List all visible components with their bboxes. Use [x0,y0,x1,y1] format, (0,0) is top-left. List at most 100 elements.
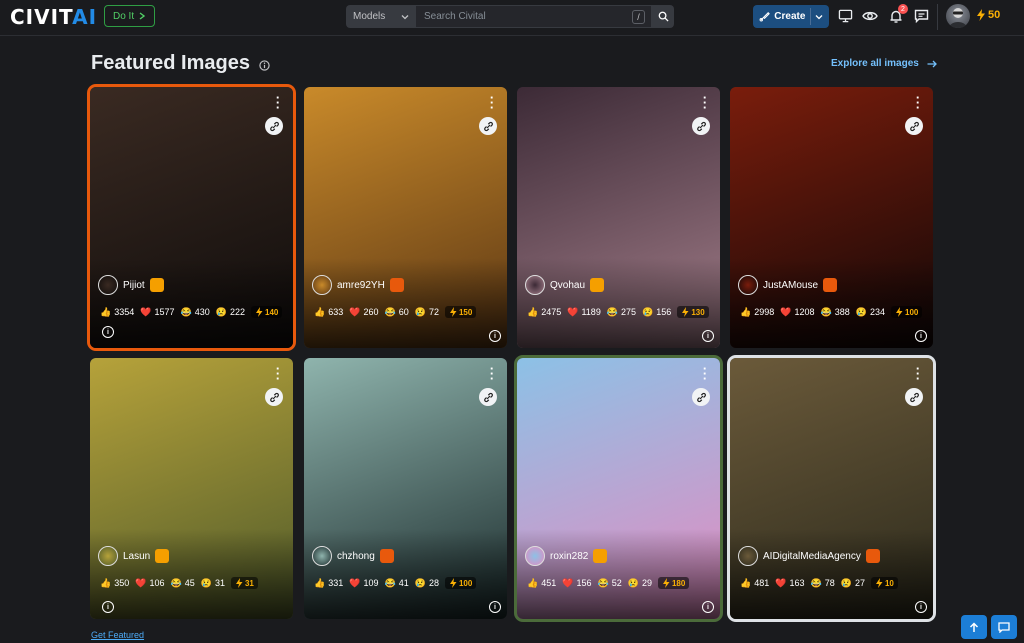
image-card[interactable]: · · · roxin282 👍 451 ❤️ 156 😂 52 😢 29 180 i [517,358,720,619]
author-avatar[interactable] [312,546,332,566]
image-info-icon[interactable]: i [489,601,501,613]
laugh-reaction[interactable]: 😂 52 [598,578,622,589]
card-author[interactable]: AIDigitalMediaAgency [738,546,880,566]
user-avatar[interactable] [946,4,970,28]
cry-reaction[interactable]: 😢 29 [628,578,652,589]
more-options-icon[interactable]: · · · [487,362,497,385]
card-author[interactable]: Lasun [98,546,170,566]
buzz-tip[interactable]: 130 [677,306,709,318]
image-card[interactable]: · · · amre92YH 👍 633 ❤️ 260 😂 60 😢 72 150 i [304,87,507,348]
heart-reaction[interactable]: ❤️ 260 [349,307,378,318]
like-reaction[interactable]: 👍 2998 [740,307,774,318]
search-scope-select[interactable]: Models [346,5,416,28]
heart-reaction[interactable]: ❤️ 106 [135,578,164,589]
author-avatar[interactable] [525,275,545,295]
more-options-icon[interactable]: · · · [913,362,923,385]
author-name[interactable]: roxin282 [550,551,588,562]
card-author[interactable]: JustAMouse [738,275,838,295]
more-options-icon[interactable]: · · · [273,91,283,114]
image-info-icon[interactable]: i [915,330,927,342]
link-icon[interactable] [692,388,710,406]
card-author[interactable]: chzhong [312,546,394,566]
heart-reaction[interactable]: ❤️ 163 [775,578,804,589]
cry-reaction[interactable]: 😢 156 [642,307,671,318]
link-icon[interactable] [905,388,923,406]
image-card[interactable]: · · · Qvohau 👍 2475 ❤️ 1189 😂 275 😢 156 130 i [517,87,720,348]
like-reaction[interactable]: 👍 350 [100,578,129,589]
link-icon[interactable] [265,388,283,406]
card-author[interactable]: roxin282 [525,546,608,566]
image-info-icon[interactable]: i [702,330,714,342]
card-author[interactable]: Pijiot [98,275,164,295]
link-icon[interactable] [692,117,710,135]
like-reaction[interactable]: 👍 2475 [527,307,561,318]
author-avatar[interactable] [98,275,118,295]
author-name[interactable]: Qvohau [550,280,585,291]
more-options-icon[interactable]: · · · [487,91,497,114]
cry-reaction[interactable]: 😢 28 [415,578,439,589]
like-reaction[interactable]: 👍 481 [740,578,769,589]
buzz-tip[interactable]: 31 [230,577,258,589]
image-info-icon[interactable]: i [489,330,501,342]
author-avatar[interactable] [525,546,545,566]
author-name[interactable]: amre92YH [337,280,385,291]
buzz-tip[interactable]: 100 [444,577,477,589]
image-card[interactable]: · · · JustAMouse 👍 2998 ❤️ 1208 😂 388 😢 234 10… [730,87,933,348]
image-info-icon[interactable]: i [102,601,114,613]
like-reaction[interactable]: 👍 451 [527,578,556,589]
image-card[interactable]: · · · Lasun 👍 350 ❤️ 106 😂 45 😢 31 31 i [90,358,293,619]
chat-support-button[interactable] [991,615,1017,639]
image-card[interactable]: · · · Pijiot 👍 3354 ❤️ 1577 😂 430 😢 222 140 i [90,87,293,348]
link-icon[interactable] [479,388,497,406]
screen-icon[interactable] [837,8,853,24]
laugh-reaction[interactable]: 😂 41 [385,578,409,589]
heart-reaction[interactable]: ❤️ 109 [349,578,378,589]
image-info-icon[interactable]: i [102,326,114,338]
buzz-tip[interactable]: 180 [657,577,690,589]
buzz-tip[interactable]: 140 [251,306,283,318]
buzz-balance[interactable]: 50 [976,9,1000,21]
laugh-reaction[interactable]: 😂 275 [607,307,636,318]
image-info-icon[interactable]: i [702,601,714,613]
civitai-logo[interactable]: CIVITAI [10,7,97,27]
link-icon[interactable] [479,117,497,135]
heart-reaction[interactable]: ❤️ 1208 [780,307,814,318]
buzz-tip[interactable]: 100 [891,306,923,318]
heart-reaction[interactable]: ❤️ 156 [562,578,591,589]
like-reaction[interactable]: 👍 3354 [100,307,134,318]
chat-icon[interactable] [913,8,929,24]
author-name[interactable]: chzhong [337,551,375,562]
laugh-reaction[interactable]: 😂 60 [385,307,409,318]
author-name[interactable]: Pijiot [123,280,145,291]
card-author[interactable]: Qvohau [525,275,605,295]
link-icon[interactable] [265,117,283,135]
laugh-reaction[interactable]: 😂 78 [811,578,835,589]
cry-reaction[interactable]: 😢 27 [841,578,865,589]
laugh-reaction[interactable]: 😂 430 [181,307,210,318]
buzz-tip[interactable]: 150 [444,306,477,318]
laugh-reaction[interactable]: 😂 388 [821,307,850,318]
author-name[interactable]: Lasun [123,551,150,562]
more-options-icon[interactable]: · · · [913,91,923,114]
like-reaction[interactable]: 👍 331 [314,578,343,589]
link-icon[interactable] [905,117,923,135]
search-input[interactable]: Search Civital / [416,5,652,28]
author-avatar[interactable] [738,546,758,566]
cry-reaction[interactable]: 😢 234 [856,307,885,318]
author-name[interactable]: AIDigitalMediaAgency [763,551,861,562]
author-avatar[interactable] [738,275,758,295]
more-options-icon[interactable]: · · · [700,91,710,114]
image-card[interactable]: · · · chzhong 👍 331 ❤️ 109 😂 41 😢 28 100 i [304,358,507,619]
laugh-reaction[interactable]: 😂 45 [171,578,195,589]
more-options-icon[interactable]: · · · [273,362,283,385]
do-it-button[interactable]: Do It [104,5,156,27]
scroll-to-top-button[interactable] [961,615,987,639]
create-button[interactable]: Create [753,5,829,28]
author-avatar[interactable] [98,546,118,566]
get-featured-link[interactable]: Get Featured [91,630,144,640]
image-card[interactable]: · · · AIDigitalMediaAgency 👍 481 ❤️ 163 😂 78 … [730,358,933,619]
cry-reaction[interactable]: 😢 72 [415,307,439,318]
cry-reaction[interactable]: 😢 31 [201,578,225,589]
search-button[interactable] [652,5,674,28]
heart-reaction[interactable]: ❤️ 1189 [567,307,601,318]
